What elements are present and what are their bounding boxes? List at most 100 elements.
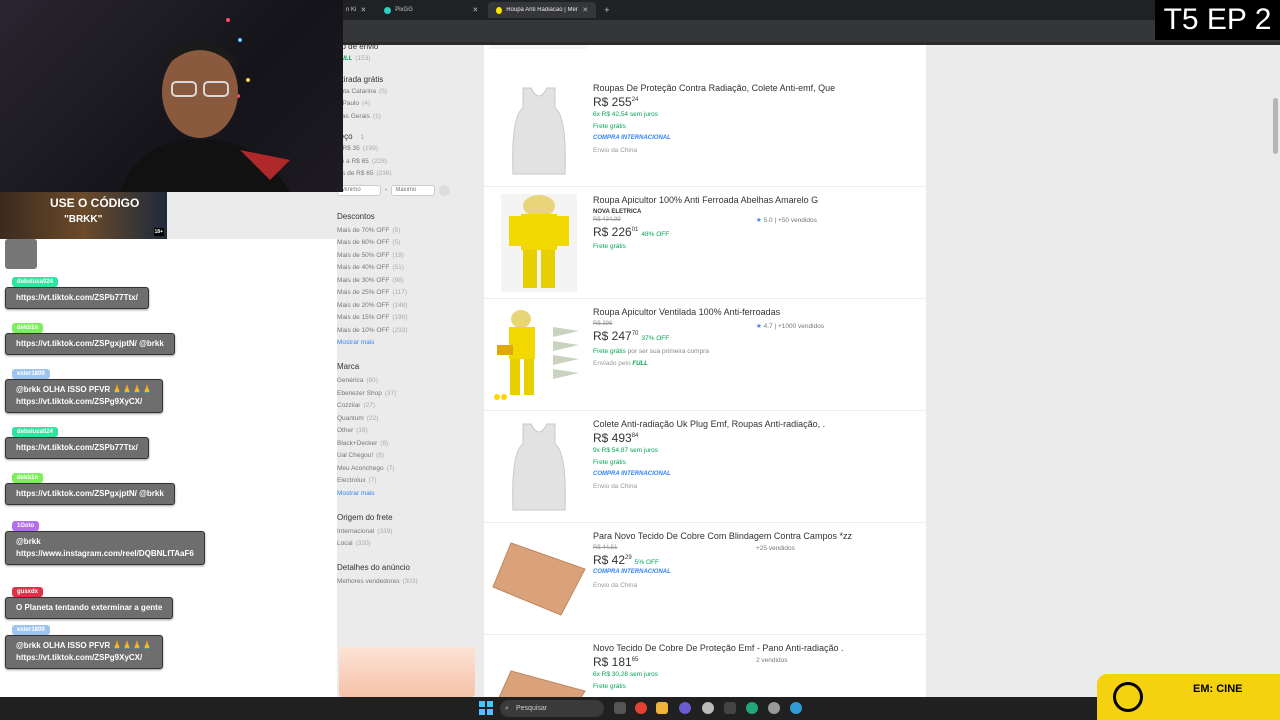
chat-username[interactable]: debsluca924 [12,427,59,437]
filter-option[interactable]: Local (320) [337,538,477,551]
chat-username[interactable]: ester1809 [12,369,50,379]
filter-option[interactable]: Quantum (22) [337,413,477,426]
filter-option[interactable]: Ebenezer Shop (37) [337,388,477,401]
chat-message-line: https://vt.tiktok.com/ZSPg9XyCX/ [16,397,143,406]
result-origin: Envio da China [593,147,638,154]
tab-ki[interactable]: n Ki ✕ [338,2,374,18]
result-card[interactable]: Roupas De Proteção Contra Radiação, Cole… [484,75,926,187]
price-value: R$ 493 [593,431,632,445]
marca-show-more[interactable]: Mostrar mais [337,490,477,497]
price-value: R$ 226 [593,225,632,239]
filter-option[interactable]: Melhores vendedores (303) [337,576,477,589]
tab-pixgg[interactable]: PixGG ✕ [376,2,486,18]
file-explorer-icon[interactable] [656,702,668,714]
filter-option[interactable]: Mais de 40% OFF (51) [337,262,477,275]
chat-message-line: @brkk OLHA ISSO PFVR 🙏🙏🙏🙏 [16,641,153,650]
ad-banner[interactable] [339,647,475,697]
price-value: R$ 181 [593,655,632,669]
result-title[interactable]: Roupa Apicultor 100% Anti Ferroada Abelh… [593,195,818,205]
result-shipping: Frete grátis [593,243,626,250]
filter-label: Mais de 25% OFF [337,289,390,296]
result-card[interactable]: Colete Anti-radiação Uk Plug Emf, Roupas… [484,411,926,523]
new-tab-button[interactable]: + [604,5,609,15]
product-image[interactable] [489,529,588,628]
mercadolivre-icon [496,6,503,14]
filter-option[interactable]: inas Gerais (1) [337,111,477,124]
result-title[interactable]: Novo Tecido De Cobre De Proteção Emf - P… [593,643,843,653]
close-icon[interactable]: ✕ [582,6,588,14]
filter-label: Cozzilar [337,402,361,409]
filter-option[interactable]: Mais de 25% OFF (117) [337,287,477,300]
filter-option[interactable]: Black+Decker (8) [337,438,477,451]
filter-option[interactable]: Internacional (339) [337,526,477,539]
filter-option[interactable]: Ual Chegou! (8) [337,450,477,463]
result-shipping: Frete grátis [593,459,626,466]
task-view-icon[interactable] [614,702,626,714]
chat-username[interactable]: gusxdx [12,587,44,597]
result-title[interactable]: Colete Anti-radiação Uk Plug Emf, Roupas… [593,419,825,429]
result-installments: 6x R$ 42,54 sem juros [593,111,659,118]
close-icon[interactable]: ✕ [472,6,478,14]
chrome-icon[interactable] [635,702,647,714]
filter-option[interactable]: o Paulo (4) [337,98,477,111]
filter-option[interactable]: Mais de 60% OFF (5) [337,237,477,250]
filter-option[interactable]: 35 a R$ 65 (228) [337,156,477,169]
price-max-input[interactable] [391,184,436,196]
chat-message: O Planeta tentando exterminar a gente [5,597,174,619]
result-card[interactable]: Para Novo Tecido De Cobre Com Blindagem … [484,523,926,635]
taskbar-search[interactable]: ⌕ Pesquisar [500,700,604,717]
filter-count: (339) [377,527,393,535]
result-card[interactable]: Roupa Apicultor 100% Anti Ferroada Abelh… [484,187,926,299]
windows-start-icon[interactable] [479,701,493,715]
browser-icon[interactable] [790,702,802,714]
product-image[interactable] [489,641,588,697]
price-apply-button[interactable] [439,184,451,196]
settings-icon[interactable] [768,702,780,714]
tab-mercado-livre[interactable]: Roupa Anti Radiacao | Mercado ✕ [488,2,597,18]
filter-option[interactable]: é R$ 35 (199) [337,143,477,156]
edge-icon[interactable] [746,702,758,714]
filter-option[interactable]: Mais de 10% OFF (233) [337,325,477,338]
price-min-input[interactable] [337,184,381,196]
result-card[interactable]: Roupa Apicultor Ventilada 100% Anti-ferr… [484,299,926,411]
filter-option[interactable]: Other (16) [337,425,477,438]
product-image[interactable] [489,305,588,404]
filter-option[interactable]: Cozzilar (27) [337,400,477,413]
page-scrollbar-thumb[interactable] [1273,98,1278,154]
product-image[interactable] [489,81,588,180]
filter-option[interactable]: anta Catarina (5) [337,86,477,99]
filter-option[interactable]: ais de R$ 65 (238) [337,168,477,181]
product-image[interactable] [489,193,588,292]
close-icon[interactable]: ✕ [360,6,366,14]
chat-username[interactable]: ester1809 [12,625,50,635]
terminal-icon[interactable] [724,702,736,714]
discord-icon[interactable] [679,702,691,714]
result-card[interactable]: Novo Tecido De Cobre De Proteção Emf - P… [484,635,926,697]
result-international: COMPRA INTERNACIONAL [593,471,671,477]
filter-count: (60) [366,377,378,384]
product-image[interactable] [489,417,588,516]
filter-option[interactable]: Mais de 15% OFF (190) [337,312,477,325]
chat-username[interactable]: debsluca924 [12,277,59,287]
result-title[interactable]: Roupa Apicultor Ventilada 100% Anti-ferr… [593,307,780,317]
app-icon[interactable] [702,702,714,714]
filter-option[interactable]: Mais de 20% OFF (148) [337,300,477,313]
result-price: R$ 25524 [593,95,638,109]
filter-full[interactable]: FULL (153) [337,53,477,66]
filter-label: Internacional [337,527,375,535]
chat-username[interactable]: dekb1n [12,323,44,333]
filter-option[interactable]: Mais de 70% OFF (5) [337,225,477,238]
shipping-label: Frete grátis [593,348,626,355]
filter-option[interactable]: Meu Aconchego (7) [337,463,477,476]
chat-username[interactable]: dekb1n [12,473,44,483]
sold-count: +50 vendidos [778,217,817,224]
filter-option[interactable]: Genérica (60) [337,375,477,388]
filter-option[interactable]: Electrolux (7) [337,475,477,488]
filter-option[interactable]: Mais de 50% OFF (19) [337,250,477,263]
descontos-show-more[interactable]: Mostrar mais [337,339,477,346]
result-title[interactable]: Para Novo Tecido De Cobre Com Blindagem … [593,531,852,541]
chat-username[interactable]: 1Goto [12,521,40,531]
result-title[interactable]: Roupas De Proteção Contra Radiação, Cole… [593,83,835,93]
pixgg-icon [384,6,392,14]
filter-option[interactable]: Mais de 30% OFF (98) [337,275,477,288]
